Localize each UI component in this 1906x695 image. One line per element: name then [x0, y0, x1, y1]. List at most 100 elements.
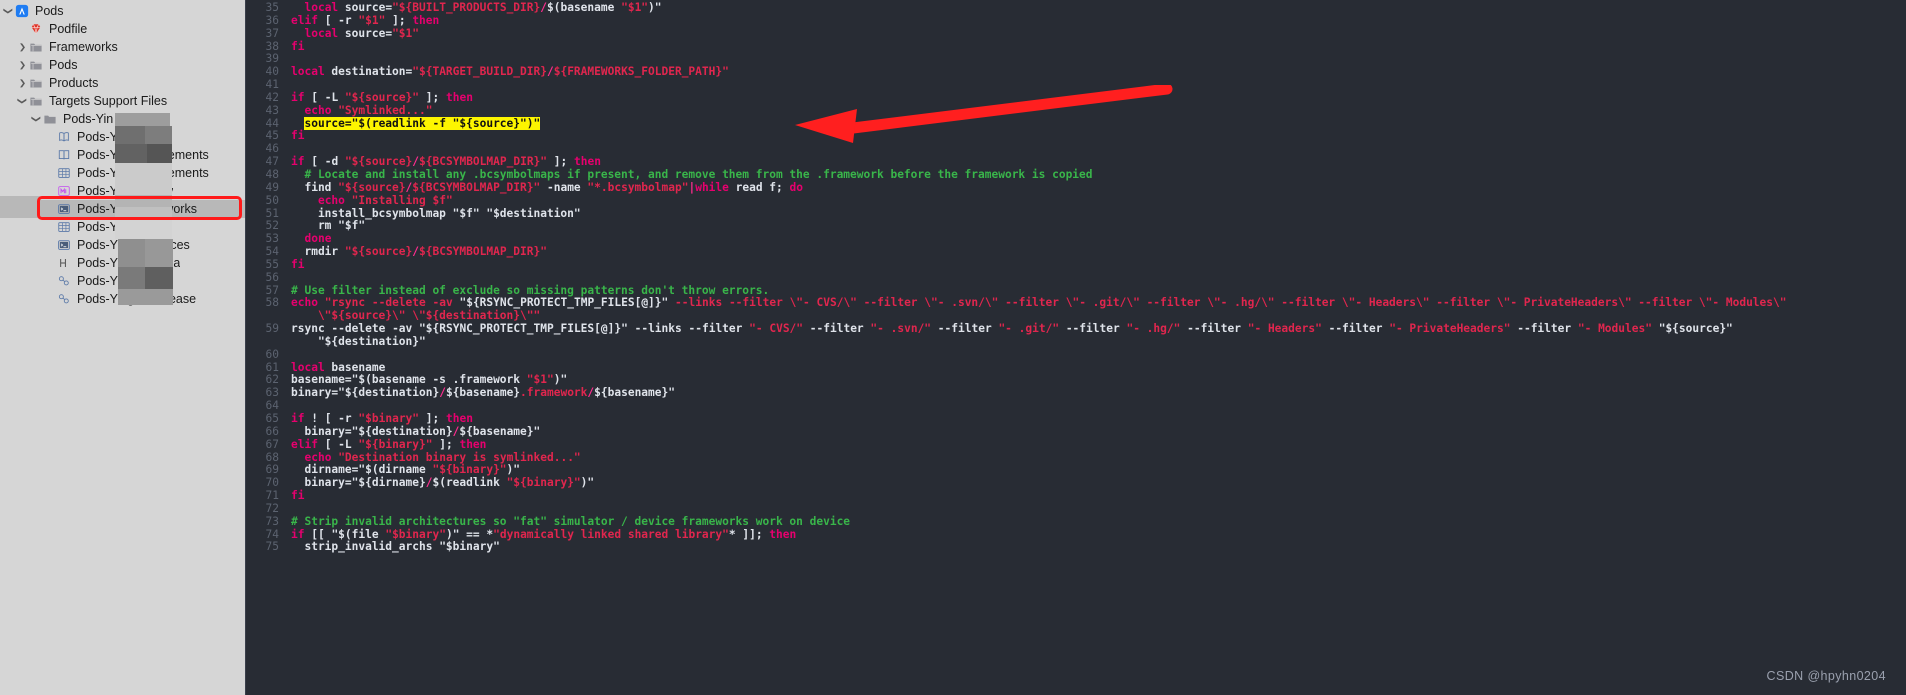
- folder-group-icon: [30, 79, 42, 88]
- tree-row-10[interactable]: Pods-Y o-dummy: [0, 182, 245, 200]
- code-content[interactable]: 35 local source="${BUILT_PRODUCTS_DIR}/$…: [245, 0, 1787, 554]
- tree-row-6[interactable]: ❯ Pods-Yin: [0, 110, 245, 128]
- code-line[interactable]: 37 local source="$1": [245, 26, 1786, 41]
- code-line-text: if [ -L "${source}" ]; then: [291, 90, 473, 104]
- code-line[interactable]: 71 fi: [245, 489, 1786, 503]
- tree-row-2[interactable]: ❯ Frameworks: [0, 38, 245, 56]
- tree-row-label: Pods-Y nowledgements: [77, 166, 209, 180]
- code-line-text: done: [304, 232, 332, 246]
- plist-table-icon: [56, 166, 72, 180]
- code-line-text: # Strip invalid architectures so "fat" s…: [291, 514, 851, 528]
- tree-row-label: Targets Support Files: [49, 94, 168, 108]
- markdown-icon: [56, 130, 72, 144]
- tree-row-4[interactable]: ❯ Products: [0, 74, 245, 92]
- xcconfig-icon: [58, 294, 69, 304]
- line-number: 72: [265, 501, 279, 515]
- plist-book-icon: [58, 150, 70, 160]
- disclosure-triangle-closed-icon[interactable]: ❯: [17, 39, 28, 55]
- disclosure-triangle-open-icon[interactable]: ❯: [28, 114, 46, 125]
- tree-row-3[interactable]: ❯ Pods: [0, 56, 245, 74]
- code-line[interactable]: 54 rmdir "${source}/${BCSYMBOLMAP_DIR}": [245, 245, 1786, 259]
- code-line[interactable]: 75 strip_invalid_archs "$binary": [245, 541, 1786, 554]
- code-line[interactable]: 49 find "${source}/${BCSYMBOLMAP_DIR}" -…: [245, 180, 1786, 195]
- code-line[interactable]: 40 local destination="${TARGET_BUILD_DIR}…: [245, 65, 1786, 79]
- tree-row-label: Pods-Y nowledgements: [77, 148, 209, 162]
- line-number: 42: [265, 90, 279, 104]
- line-number: 41: [265, 78, 279, 92]
- code-line[interactable]: 60: [245, 347, 1786, 362]
- source-code-editor[interactable]: 35 local source="${BUILT_PRODUCTS_DIR}/$…: [245, 0, 1906, 695]
- red-arrow-annotation: [795, 85, 1173, 143]
- tree-row-13[interactable]: Pods-Yi o-resources: [0, 236, 245, 254]
- tree-row-7[interactable]: Pods-Y o: [0, 128, 245, 146]
- tree-row-label: Pods-Yi o-resources: [77, 238, 190, 252]
- code-line-text: local basename: [291, 360, 386, 374]
- header-h-icon: [56, 256, 72, 270]
- disclosure-triangle-open-icon[interactable]: ❯: [14, 96, 32, 107]
- tree-row-5[interactable]: ❯ Targets Support Files: [0, 92, 245, 110]
- code-line-text: fi: [291, 39, 305, 53]
- ruby-gem-icon: [31, 24, 41, 34]
- line-number: 71: [265, 489, 279, 503]
- disclosure-triangle-open-icon[interactable]: ❯: [0, 6, 18, 17]
- code-line-text: binary="${destination}/${basename}": [291, 424, 541, 438]
- xcconfig-icon: [56, 292, 72, 306]
- tree-row-12[interactable]: Pods-Y o-Info: [0, 218, 245, 236]
- line-number: 73: [265, 514, 279, 528]
- code-line[interactable]: 36 elif [ -r "$1" ]; then: [245, 14, 1786, 28]
- line-number: 66: [265, 424, 279, 438]
- code-line[interactable]: 51 install_bcsymbolmap "$f" "$destinatio…: [245, 207, 1786, 221]
- code-line-text: if [[ "$(file "$binary")" == *"dynamical…: [291, 527, 797, 541]
- code-line[interactable]: 35 local source="${BUILT_PRODUCTS_DIR}/$…: [245, 1, 1786, 15]
- line-number: 49: [265, 180, 279, 194]
- tree-row-label: Pods: [35, 4, 64, 18]
- line-number: 65: [265, 412, 279, 425]
- code-line-text: find "${source}/${BCSYMBOLMAP_DIR}" -nam…: [291, 180, 803, 194]
- code-line[interactable]: 52 rm "$f": [245, 219, 1786, 233]
- csdn-watermark: CSDN @hpyhn0204: [1766, 669, 1886, 683]
- code-line[interactable]: 59 rsync --delete -av "${RSYNC_PROTECT_TM…: [245, 322, 1786, 336]
- code-line[interactable]: 63 binary="${destination}/${basename}.fra…: [245, 386, 1786, 400]
- code-line[interactable]: "${destination}": [245, 335, 1786, 349]
- folder-group-icon: [28, 40, 44, 54]
- plist-book-icon: [56, 148, 72, 162]
- code-line[interactable]: 38 fi: [245, 39, 1786, 54]
- tree-row-label: Frameworks: [49, 40, 118, 54]
- code-line-text: # Use filter instead of exclude so missi…: [291, 283, 770, 297]
- code-line-text: strip_invalid_archs "$binary": [291, 540, 500, 554]
- code-line[interactable]: 55 fi: [245, 258, 1786, 272]
- objc-m-icon: [58, 186, 70, 196]
- tree-row-16[interactable]: Pods-Ying ao.release: [0, 290, 245, 308]
- file-tree[interactable]: ❯ Pods Podfile ❯ Frameworks ❯ Pods ❯ Products ❯ T…: [0, 0, 245, 308]
- tree-row-1[interactable]: Podfile: [0, 20, 245, 38]
- tree-row-label: Pods: [49, 58, 78, 72]
- code-line[interactable]: 70 binary="${dirname}/$(readlink "${bina…: [245, 476, 1786, 490]
- tree-row-14[interactable]: Pods-Y o-umbrella: [0, 254, 245, 272]
- code-line-text: echo "Installing $f": [317, 193, 453, 207]
- line-number: 58: [265, 296, 279, 310]
- folder-group-icon: [30, 43, 42, 52]
- code-line-text: local source="$1": [304, 26, 420, 40]
- code-line-text: rsync --delete -av "${RSYNC_PROTECT_TMP_…: [291, 322, 1733, 336]
- shell-script-icon: [56, 202, 72, 216]
- tree-row-label: Pods-Y ao.debug: [77, 274, 174, 288]
- markdown-icon: [59, 132, 69, 142]
- line-number: 60: [265, 347, 279, 361]
- tree-row-15[interactable]: Pods-Y ao.debug: [0, 272, 245, 290]
- code-line-text: rm "$f": [291, 219, 366, 233]
- code-line[interactable]: 64: [245, 399, 1786, 413]
- project-navigator-sidebar[interactable]: ❯ Pods Podfile ❯ Frameworks ❯ Pods ❯ Products ❯ T…: [0, 0, 245, 695]
- tree-row-8[interactable]: Pods-Y nowledgements: [0, 146, 245, 164]
- code-line-text: echo "rsync --delete -av "${RSYNC_PROTEC…: [291, 296, 1787, 310]
- disclosure-triangle-closed-icon[interactable]: ❯: [17, 57, 28, 73]
- disclosure-triangle-closed-icon[interactable]: ❯: [17, 75, 28, 91]
- tree-row-0[interactable]: ❯ Pods: [0, 2, 245, 20]
- tree-row-11[interactable]: Pods-Y o-frameworks: [0, 200, 245, 218]
- tree-row-9[interactable]: Pods-Y nowledgements: [0, 164, 245, 182]
- ruby-gem-icon: [28, 22, 44, 36]
